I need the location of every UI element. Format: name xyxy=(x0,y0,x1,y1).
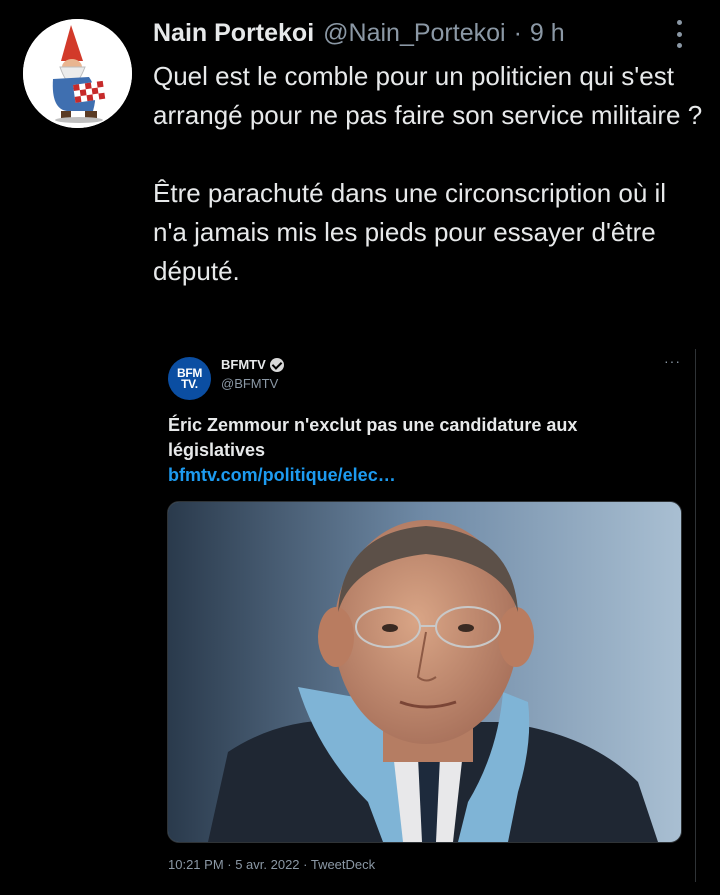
embedded-tweet-text: Éric Zemmour n'exclut pas une candidatur… xyxy=(168,413,638,488)
vertical-ellipsis-icon[interactable] xyxy=(668,20,690,48)
portrait-image xyxy=(168,502,681,842)
embedded-handle: @BFMTV xyxy=(221,376,279,391)
separator: · xyxy=(513,19,522,47)
tweet[interactable]: Nain Portekoi @Nain_Portekoi · 9 h Quel … xyxy=(0,0,720,895)
bfmtv-logo: BFM TV. xyxy=(168,357,211,400)
logo-line-2: TV. xyxy=(181,376,198,391)
embedded-footer: 10:21 PM · 5 avr. 2022 · TweetDeck xyxy=(168,857,376,872)
timestamp[interactable]: 9 h xyxy=(530,16,565,50)
embedded-name-text: BFMTV xyxy=(221,357,266,372)
embedded-display-name: BFMTV xyxy=(221,357,284,372)
tweet-text: Quel est le comble pour un politicien qu… xyxy=(153,57,703,291)
verified-badge-icon xyxy=(269,357,284,372)
tweet-paragraph: Quel est le comble pour un politicien qu… xyxy=(153,61,703,130)
embedded-more-icon: ··· xyxy=(664,353,681,369)
tweet-paragraph: Être parachuté dans une circonscription … xyxy=(153,178,667,286)
user-avatar[interactable] xyxy=(23,19,132,128)
embedded-tweet-screenshot[interactable]: BFM TV. BFMTV @BFMTV ··· Éric Zemmour n'… xyxy=(152,349,696,882)
embedded-link: bfmtv.com/politique/elec… xyxy=(168,465,396,485)
garden-gnome-avatar xyxy=(23,19,132,128)
user-handle[interactable]: @Nain_Portekoi xyxy=(323,16,505,50)
embedded-photo xyxy=(167,501,682,843)
display-name[interactable]: Nain Portekoi xyxy=(153,16,314,50)
embedded-headline: Éric Zemmour n'exclut pas une candidatur… xyxy=(168,415,578,460)
tweet-header: Nain Portekoi @Nain_Portekoi · 9 h xyxy=(153,16,565,50)
